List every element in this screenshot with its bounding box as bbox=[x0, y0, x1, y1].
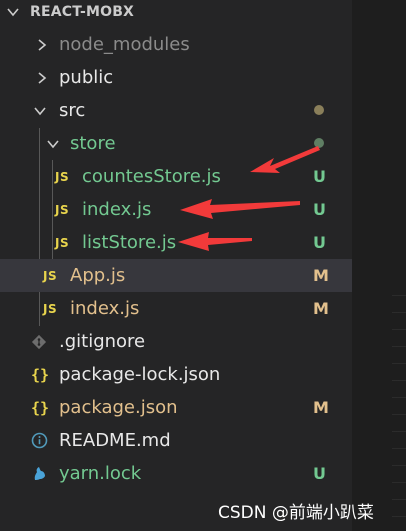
annotation-arrow bbox=[178, 232, 252, 251]
annotation-arrows bbox=[178, 146, 320, 251]
annotation-arrow bbox=[180, 199, 300, 219]
annotation-arrow bbox=[250, 146, 320, 173]
watermark: CSDN @前端小趴菜 bbox=[218, 503, 374, 523]
